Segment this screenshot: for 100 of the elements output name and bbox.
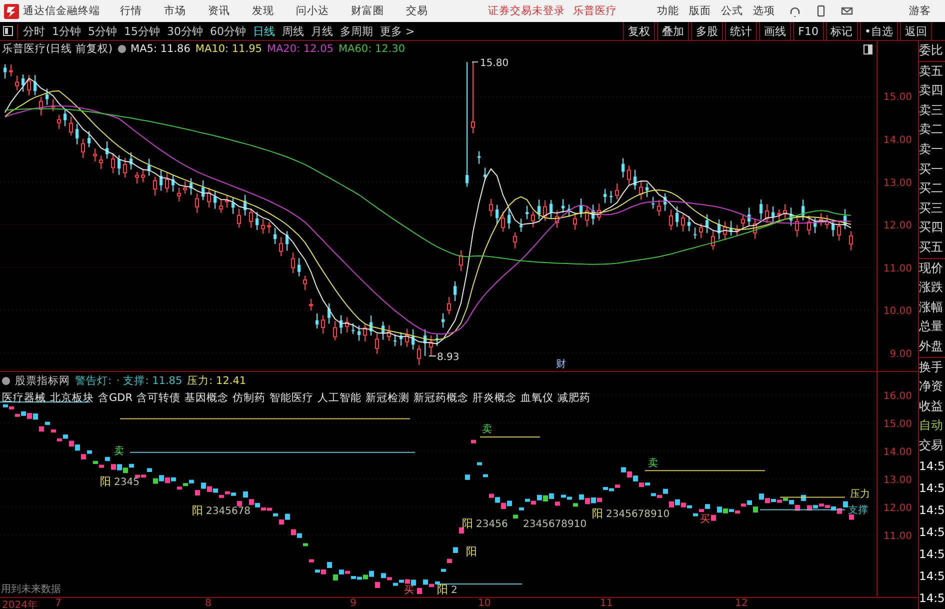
menu-item[interactable]: 发现 <box>252 4 274 18</box>
date-label: 2024年 <box>2 599 38 609</box>
toolbar-button[interactable]: •自选 <box>860 22 898 40</box>
period-tab[interactable]: 15分钟 <box>124 24 160 38</box>
menu-item[interactable]: 财富圈 <box>351 4 384 18</box>
sell-signal-label: 卖 <box>114 446 124 457</box>
event-marker: 财 <box>556 359 566 370</box>
menu-item[interactable]: 问小达 <box>296 4 329 18</box>
period-tab[interactable]: 分时 <box>23 24 45 38</box>
count-label: 2 <box>451 585 458 596</box>
axis-tick-label: 12.00 <box>883 503 912 514</box>
period-tab[interactable]: 5分钟 <box>88 24 117 38</box>
menu-item[interactable]: 行情 <box>120 4 142 18</box>
menu-item[interactable]: 交易 <box>406 4 428 18</box>
quote-field-label: 卖三 <box>919 102 944 119</box>
yang-signal-label: 阳 <box>437 583 448 596</box>
date-label: 12 <box>735 598 748 609</box>
pressure-value: 压力: 12.41 <box>187 374 246 388</box>
axis-tick-label: 14.00 <box>883 447 912 458</box>
quote-field-label: 外盘 <box>919 338 944 355</box>
quote-field-label: 买五 <box>919 238 944 256</box>
trade-time: 14:5 <box>919 524 945 542</box>
quote-field-label: 委比 <box>919 42 944 59</box>
toolbar-button[interactable]: 叠加 <box>657 22 690 40</box>
toolbar-button[interactable]: 复权 <box>623 22 656 40</box>
quote-field-label: 买三 <box>919 200 944 217</box>
buy-signal-label: 买 <box>700 514 710 525</box>
action-label[interactable]: 交易 <box>919 436 945 456</box>
app-title: 通达信金融终端 <box>23 4 100 18</box>
support-label: 支撑 <box>848 505 868 516</box>
quote-field-label: 收益 <box>919 398 944 415</box>
concept-tag: 含GDR <box>98 391 133 405</box>
concept-tag: 血氧仪 <box>520 391 554 405</box>
quote-field-label: 涨幅 <box>919 298 944 316</box>
price-high-label: 15.80 <box>480 58 509 69</box>
period-tab[interactable]: 日线 <box>253 24 275 38</box>
ma-value: MA20: 12.05 <box>266 43 334 55</box>
yang-signal-label: 阳 <box>100 475 111 488</box>
period-tab[interactable]: 更多 > <box>380 24 415 38</box>
ma-value: MA10: 11.95 <box>195 43 262 55</box>
axis-tick-label: 16.00 <box>883 391 912 402</box>
quote-field-label: 卖五 <box>919 60 945 82</box>
menu-item[interactable]: 功能 <box>657 4 679 18</box>
quote-field-label: 买一 <box>919 160 944 178</box>
axis-tick-label: 10.00 <box>883 306 912 318</box>
action-label[interactable]: 自动 <box>919 416 945 436</box>
trade-time: 14:5 <box>919 480 945 498</box>
login-status: 证券交易未登录 <box>488 4 565 18</box>
date-label: 7 <box>55 598 62 609</box>
date-label: 8 <box>205 598 212 609</box>
quote-field-label: 换手 <box>919 356 945 378</box>
period-tab[interactable]: 1分钟 <box>52 24 81 38</box>
concept-tag: 肝炎概念 <box>472 391 517 405</box>
user-name[interactable]: 游客 <box>909 4 931 18</box>
yang-signal-label: 阳 <box>192 504 203 517</box>
trade-time: 14:5 <box>919 458 945 476</box>
yang-signal-label: 阳 <box>592 507 603 520</box>
toolbar-button[interactable]: 统计 <box>725 22 758 40</box>
toolbar-button[interactable]: F10 <box>793 22 824 40</box>
pressure-label: 压力 <box>850 489 870 500</box>
axis-tick-label: 15.00 <box>883 419 912 430</box>
quote-field-label: 净资 <box>919 378 944 396</box>
menu-item[interactable]: 选项 <box>753 4 775 18</box>
axis-tick-label: 9.00 <box>890 349 912 360</box>
toolbar-button[interactable]: 标记 <box>826 22 858 40</box>
indicator-source: 股票指标网 <box>15 374 70 388</box>
sell-signal-label: 卖 <box>482 424 492 435</box>
sell-signal-label: 卖 <box>648 458 658 469</box>
chart-title: 乐普医疗(日线 前复权) <box>2 42 113 56</box>
concept-tag: 含可转债 <box>136 391 181 405</box>
axis-tick-label: 12.00 <box>883 220 912 232</box>
trade-time: 14:5 <box>919 502 945 520</box>
concept-tag: 医疗器械 <box>2 391 46 405</box>
yang-signal-label: 阳 <box>466 545 477 558</box>
trade-time: 14:5 <box>919 568 945 586</box>
concept-tag: 仿制药 <box>232 391 266 405</box>
toolbar-button[interactable]: 画线 <box>759 22 792 40</box>
period-tab[interactable]: 月线 <box>311 24 333 38</box>
concept-tag: 北京板块 <box>50 391 94 405</box>
axis-tick-label: 11.00 <box>883 263 912 274</box>
ma-value: MA60: 12.30 <box>338 43 406 55</box>
concept-tag: 减肥药 <box>558 391 591 405</box>
notice-text: 用到未来数据 <box>1 584 61 595</box>
period-tab[interactable]: 周线 <box>282 24 304 38</box>
toolbar-button[interactable]: 多股 <box>691 22 724 40</box>
period-tab[interactable]: 60分钟 <box>210 24 246 38</box>
menu-item[interactable]: 资讯 <box>208 4 230 18</box>
quote-field-label: 总量 <box>919 318 944 336</box>
count-label: 2345678 <box>206 506 251 517</box>
period-tab[interactable]: 30分钟 <box>167 24 203 38</box>
menu-item[interactable]: 市场 <box>164 4 186 18</box>
toolbar-button[interactable]: 返回 <box>900 22 932 40</box>
quote-field-label: 卖一 <box>919 140 944 158</box>
menu-item[interactable]: 公式 <box>721 4 743 18</box>
quote-field-label: 买四 <box>919 219 944 236</box>
axis-tick-label: 13.00 <box>883 178 912 189</box>
stock-link[interactable]: 乐普医疗 <box>573 4 617 18</box>
period-tab[interactable]: 多周期 <box>340 24 373 38</box>
ma-value: MA5: 11.86 <box>130 43 190 55</box>
menu-item[interactable]: 版面 <box>689 4 711 18</box>
